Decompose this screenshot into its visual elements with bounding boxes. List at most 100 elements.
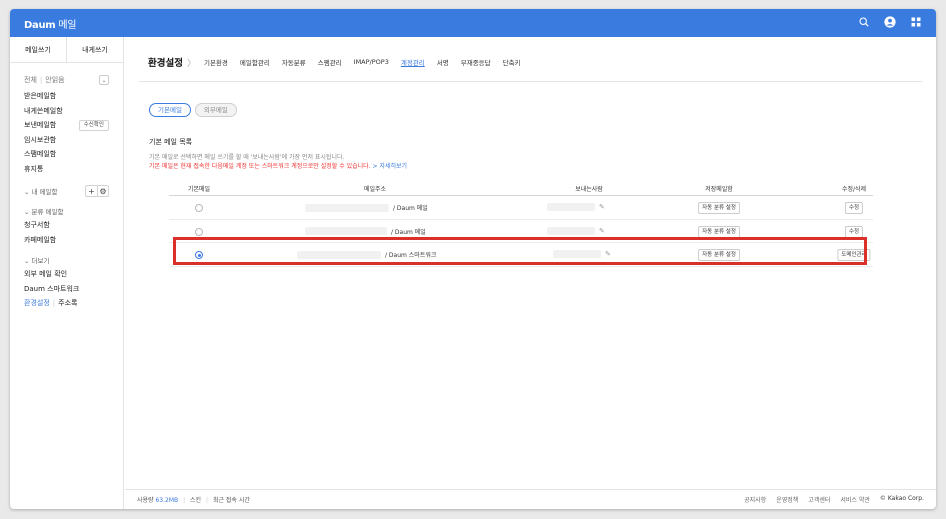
settings-tabs: 환경설정 〉 기본환경 메일함관리 자동분류 스팸관리 IMAP/POP3 계정… [148, 55, 533, 69]
settings-row: 환경설정 | 주소록 [24, 299, 78, 307]
tab-auto-sort[interactable]: 자동분류 [282, 57, 306, 67]
pencil-icon[interactable]: ✎ [605, 250, 611, 258]
link-label: Daum 스마트워크 [24, 284, 80, 293]
service-name: 메일 [58, 20, 77, 31]
edit-button[interactable]: 수정 [844, 225, 864, 238]
auto-sort-button[interactable]: 자동 분류 설정 [698, 225, 740, 238]
mail-address: / Daum 스마트워크 [297, 250, 436, 259]
mailbox-label: 카페메일함 [24, 235, 57, 244]
skin-link[interactable]: 스킨 [190, 497, 201, 504]
link-label: 외부 메일 확인 [24, 270, 68, 278]
top-bar: Daum 메일 [10, 9, 936, 37]
app-window: Daum 메일 메일쓰기 내게쓰기 전체 | 안읽음 ⌄ 받은메일함 내게쓴메일… [10, 9, 936, 509]
sender-name: ✎ [547, 226, 605, 235]
settings-link[interactable]: 환경설정 [24, 299, 50, 307]
domain-manage-button[interactable]: 도메인관리 [837, 249, 871, 261]
section-title: 기본 메일 목록 [149, 138, 193, 146]
sidebar: 메일쓰기 내게쓰기 전체 | 안읽음 ⌄ 받은메일함 내게쓴메일함 보낸메일함 수신확… [10, 37, 124, 509]
footer-link-notice[interactable]: 공지사항 [744, 495, 766, 504]
pencil-icon[interactable]: ✎ [599, 227, 605, 235]
footer-status: 사용량 63.2MB | 스킨 | 최근 접속 시간 [137, 497, 250, 504]
sender-name: ✎ [553, 250, 611, 258]
auto-sort-button[interactable]: 자동 분류 설정 [698, 202, 740, 214]
mailbox-sent[interactable]: 보낸메일함 수신확인 [24, 118, 109, 133]
category-group[interactable]: ⌄ 분류 메일함 [24, 204, 109, 218]
footer-links: 공지사항 운영정책 고객센터 서비스 약관 © Kakao Corp. [744, 495, 924, 504]
mailbox-inbox[interactable]: 받은메일함 [24, 89, 109, 104]
edit-button[interactable]: 수정 [844, 202, 864, 214]
category-item-cafe[interactable]: 카페메일함 [24, 233, 109, 248]
default-mail-radio[interactable] [195, 204, 203, 212]
default-mail-radio[interactable] [195, 227, 203, 236]
footer-link-terms[interactable]: 서비스 약관 [840, 495, 870, 504]
mailbox-spam[interactable]: 스팸메일함 [24, 147, 109, 162]
chevron-down-icon: ⌄ [24, 188, 32, 196]
write-mail-button[interactable]: 메일쓰기 [10, 37, 66, 62]
footer-link-help[interactable]: 고객센터 [808, 495, 830, 504]
smartwork-link[interactable]: Daum 스마트워크 [24, 282, 109, 297]
tab-auto-reply[interactable]: 부재중응답 [461, 57, 491, 67]
mail-account-table: 기본메일 메일주소 보내는사람 저장메일함 수정/삭제 / Daum 메일 ✎ … [169, 182, 873, 267]
mailbox-controls: + ⚙ [85, 185, 109, 197]
tab-imap-pop3[interactable]: IMAP/POP3 [354, 58, 389, 66]
address-suffix: / Daum 스마트워크 [385, 252, 437, 259]
auto-sort-button[interactable]: 자동 분류 설정 [698, 249, 740, 261]
top-bar-icons [858, 16, 922, 28]
apps-grid-icon[interactable] [910, 16, 922, 28]
profile-icon[interactable] [884, 16, 896, 28]
usage-label: 사용량 [137, 497, 154, 504]
page-title: 환경설정 [148, 58, 183, 69]
pencil-icon[interactable]: ✎ [599, 203, 605, 211]
write-to-self-button[interactable]: 내게쓰기 [66, 37, 123, 62]
tab-mailbox-manage[interactable]: 메일함관리 [240, 57, 270, 67]
mailbox-trash[interactable]: 휴지통 [24, 162, 109, 177]
settings-main: 환경설정 〉 기본환경 메일함관리 자동분류 스팸관리 IMAP/POP3 계정… [125, 37, 936, 489]
group-label: 내 메일함 [31, 188, 58, 196]
address-suffix: / Daum 메일 [393, 205, 428, 212]
address-suffix: / Daum 메일 [391, 228, 426, 236]
filter-all[interactable]: 전체 [24, 76, 37, 84]
header-address: 메일주소 [363, 186, 387, 193]
warning-text: 기본 메일은 현재 접속한 다음메일 계정 또는 스마트워크 계정으로만 설정할… [149, 163, 371, 170]
usage-value: 63.2MB [155, 497, 179, 504]
mailbox-drafts[interactable]: 임시보관함 [24, 133, 109, 148]
recent-login-link[interactable]: 최근 접속 시간 [213, 497, 250, 504]
chevron-down-icon[interactable]: ⌄ [99, 75, 109, 85]
external-mail-link[interactable]: 외부 메일 확인 [24, 267, 109, 282]
daum-logo[interactable]: Daum 메일 [24, 16, 77, 31]
group-label: 더보기 [31, 257, 50, 265]
subtab-external-mail[interactable]: 외부메일 [194, 103, 237, 117]
filter-unread[interactable]: 안읽음 [45, 76, 64, 84]
header-edit-delete: 수정/삭제 [841, 186, 867, 193]
mail-address: / Daum 메일 [305, 227, 426, 236]
mailbox-label: 받은메일함 [24, 92, 57, 100]
section-warning: 기본 메일은 현재 접속한 다음메일 계정 또는 스마트워크 계정으로만 설정할… [149, 161, 407, 170]
mail-address: / Daum 메일 [305, 203, 428, 212]
tab-spam[interactable]: 스팸관리 [318, 57, 342, 67]
tab-signature[interactable]: 서명 [437, 57, 449, 67]
mailbox-label: 내게쓴메일함 [24, 106, 63, 115]
search-icon[interactable] [858, 16, 870, 28]
address-book-link[interactable]: 주소록 [58, 299, 77, 307]
more-group[interactable]: ⌄ 더보기 [24, 253, 109, 267]
category-item-bills[interactable]: 청구서함 [24, 218, 109, 233]
plus-icon[interactable]: + [86, 186, 97, 196]
footer-link-policy[interactable]: 운영정책 [776, 495, 798, 504]
tabs-divider [139, 81, 922, 82]
mailbox-label: 청구서함 [24, 221, 50, 229]
compose-buttons: 메일쓰기 내게쓰기 [10, 37, 123, 63]
subtab-default-mail[interactable]: 기본메일 [149, 103, 191, 117]
tab-shortcuts[interactable]: 단축키 [503, 57, 521, 67]
mailbox-self[interactable]: 내게쓴메일함 [24, 104, 109, 119]
my-mailbox-group[interactable]: ⌄ 내 메일함 + ⚙ [24, 184, 109, 198]
read-receipt-button[interactable]: 수신확인 [78, 119, 109, 131]
default-mail-radio[interactable] [195, 251, 203, 259]
tab-account-manage[interactable]: 계정관리 [401, 57, 425, 67]
gear-icon[interactable]: ⚙ [97, 186, 108, 196]
more-info-link[interactable]: > 자세히보기 [373, 163, 408, 170]
mail-filter: 전체 | 안읽음 ⌄ [24, 75, 109, 85]
section-description: 기본 메일로 선택하면 메일 쓰기를 할 때 '보내는사람'에 가장 먼저 표시… [149, 154, 345, 161]
tab-basic[interactable]: 기본환경 [204, 57, 228, 67]
table-row: / Daum 스마트워크 ✎ 자동 분류 설정 도메인관리 [169, 243, 873, 267]
header-default: 기본메일 [187, 186, 211, 193]
